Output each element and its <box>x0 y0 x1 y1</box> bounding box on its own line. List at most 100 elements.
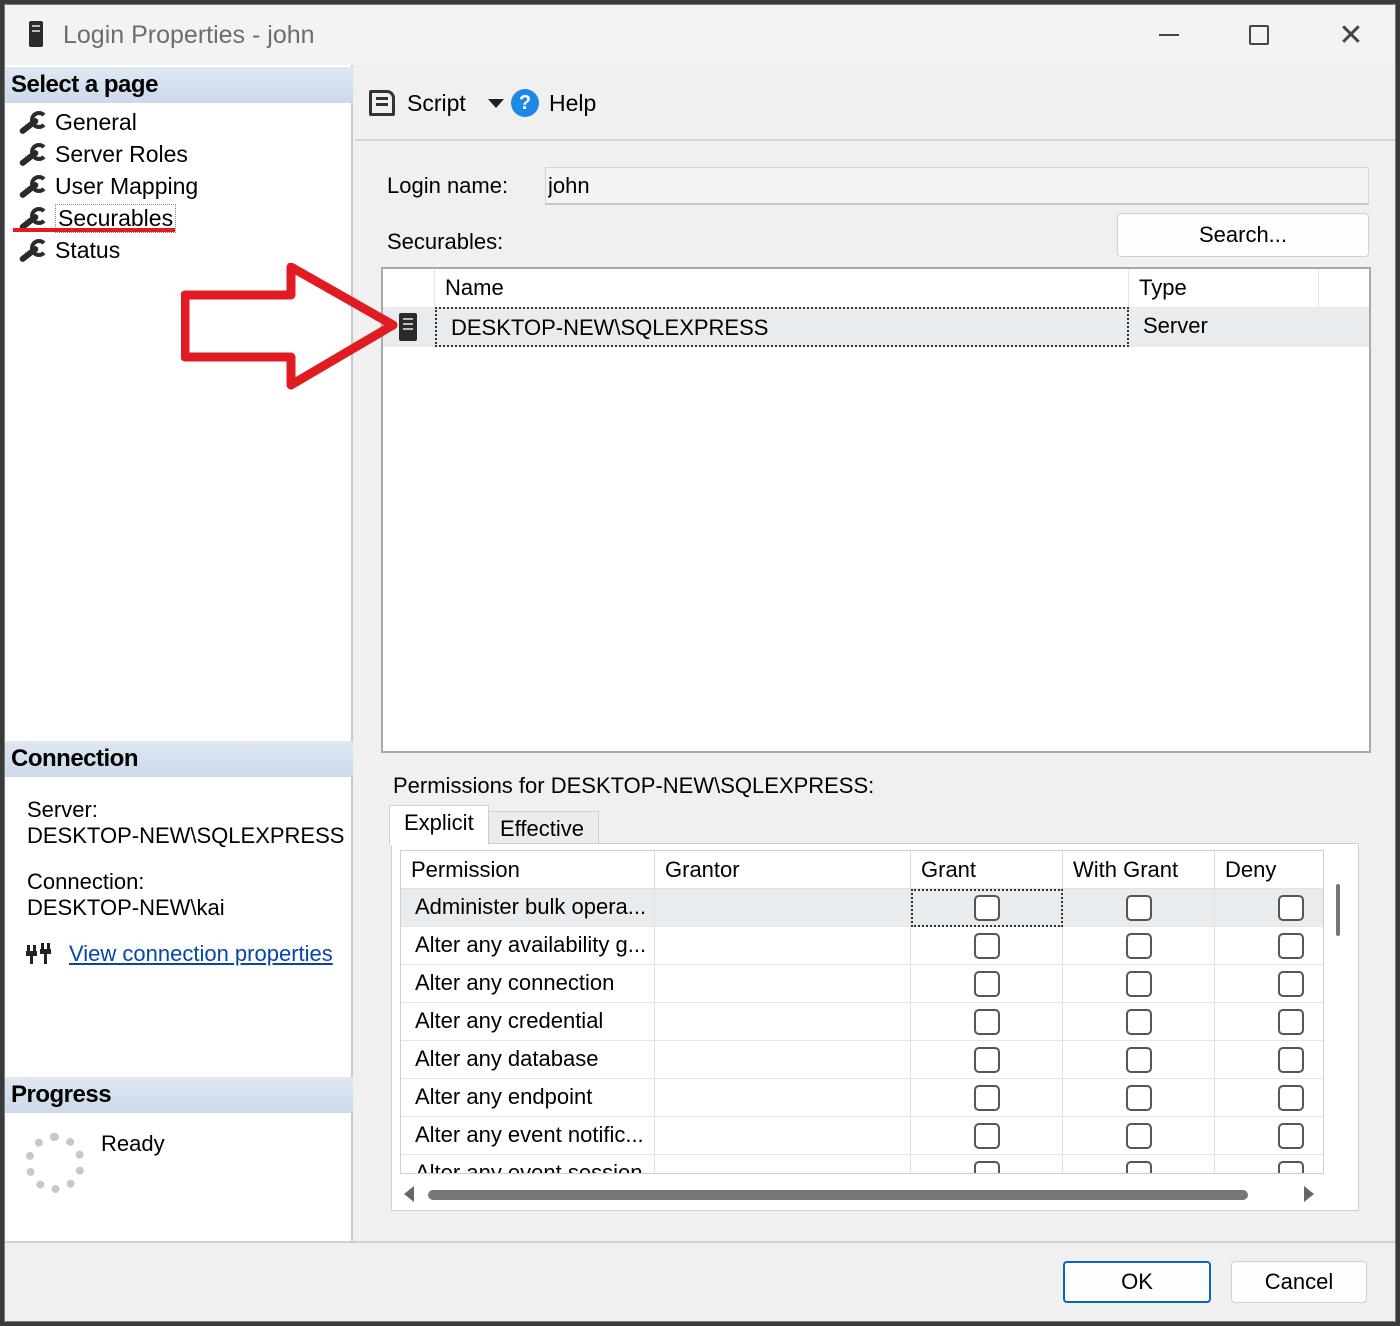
horizontal-scrollbar[interactable] <box>400 1182 1324 1206</box>
scroll-right-icon[interactable] <box>1304 1186 1314 1202</box>
deny-checkbox[interactable] <box>1277 971 1304 997</box>
table-row[interactable]: Alter any event session <box>401 1155 1323 1173</box>
table-row[interactable]: Alter any availability g... <box>401 927 1323 965</box>
vertical-scrollbar[interactable] <box>1330 882 1346 1170</box>
with-grant-cell[interactable] <box>1063 1155 1215 1173</box>
with-grant-checkbox[interactable] <box>1125 1161 1152 1173</box>
close-button[interactable]: ✕ <box>1321 15 1381 55</box>
minimize-button[interactable] <box>1139 15 1199 55</box>
nav-item-label: User Mapping <box>55 172 199 199</box>
table-row[interactable]: Alter any database <box>401 1041 1323 1079</box>
chevron-down-icon[interactable] <box>487 98 504 108</box>
with-grant-cell[interactable] <box>1063 965 1215 1003</box>
table-row[interactable]: Alter any connection <box>401 965 1323 1003</box>
scroll-left-icon[interactable] <box>404 1186 414 1202</box>
deny-cell[interactable] <box>1215 1041 1323 1079</box>
help-icon: ? <box>511 89 539 117</box>
grant-cell[interactable] <box>911 1079 1063 1117</box>
table-row[interactable]: DESKTOP-NEW\SQLEXPRESS Server <box>383 307 1369 347</box>
deny-checkbox[interactable] <box>1277 933 1304 959</box>
deny-cell[interactable] <box>1215 1079 1323 1117</box>
securable-type-cell: Server <box>1143 313 1208 338</box>
script-button[interactable]: Script <box>369 87 504 119</box>
grant-checkbox[interactable] <box>973 1009 1000 1035</box>
deny-cell[interactable] <box>1215 1003 1323 1041</box>
grant-checkbox[interactable] <box>973 1161 1000 1173</box>
title-bar: Login Properties - john ✕ <box>5 5 1395 65</box>
grant-checkbox[interactable] <box>974 895 1000 921</box>
column-header-grantor[interactable]: Grantor <box>655 851 911 889</box>
table-row[interactable]: Alter any event notific... <box>401 1117 1323 1155</box>
login-name-field[interactable] <box>545 167 1369 205</box>
deny-checkbox[interactable] <box>1277 1161 1304 1173</box>
nav-item-server-roles[interactable]: Server Roles <box>17 139 188 169</box>
grant-cell[interactable] <box>911 1003 1063 1041</box>
column-header-name[interactable]: Name <box>435 269 1129 307</box>
login-name-label: Login name: <box>387 173 509 198</box>
with-grant-checkbox[interactable] <box>1125 1047 1152 1073</box>
with-grant-cell[interactable] <box>1063 1003 1215 1041</box>
tab-effective[interactable]: Effective <box>485 811 599 847</box>
securable-name-cell[interactable]: DESKTOP-NEW\SQLEXPRESS <box>435 307 1129 347</box>
grant-checkbox[interactable] <box>973 1085 1000 1111</box>
deny-checkbox[interactable] <box>1277 895 1304 921</box>
grant-cell[interactable] <box>911 889 1063 927</box>
column-header-with-grant[interactable]: With Grant <box>1063 851 1215 889</box>
grant-cell[interactable] <box>911 1155 1063 1173</box>
column-header-deny[interactable]: Deny <box>1215 851 1323 889</box>
grant-cell[interactable] <box>911 1117 1063 1155</box>
deny-checkbox[interactable] <box>1277 1085 1304 1111</box>
tab-explicit[interactable]: Explicit <box>389 805 489 845</box>
grant-cell[interactable] <box>911 927 1063 965</box>
grant-cell[interactable] <box>911 965 1063 1003</box>
grant-checkbox[interactable] <box>973 933 1000 959</box>
grant-checkbox[interactable] <box>973 1047 1000 1073</box>
deny-checkbox[interactable] <box>1277 1123 1304 1149</box>
with-grant-cell[interactable] <box>1063 927 1215 965</box>
column-header-grant[interactable]: Grant <box>911 851 1063 889</box>
column-header-type[interactable]: Type <box>1129 269 1319 307</box>
server-icon <box>399 313 417 341</box>
window-title: Login Properties - john <box>63 21 315 49</box>
with-grant-checkbox[interactable] <box>1125 1009 1152 1035</box>
deny-cell[interactable] <box>1215 889 1323 927</box>
deny-cell[interactable] <box>1215 1155 1323 1173</box>
with-grant-checkbox[interactable] <box>1125 1085 1152 1111</box>
maximize-button[interactable] <box>1229 15 1289 55</box>
column-header-permission[interactable]: Permission <box>401 851 655 889</box>
with-grant-cell[interactable] <box>1063 889 1215 927</box>
with-grant-checkbox[interactable] <box>1125 895 1152 921</box>
deny-cell[interactable] <box>1215 1117 1323 1155</box>
toolbar: Script ? Help <box>355 65 1395 141</box>
securables-grid-header: Name Type <box>383 269 1369 307</box>
vertical-scroll-thumb[interactable] <box>1336 884 1340 936</box>
nav-item-user-mapping[interactable]: User Mapping <box>17 171 198 201</box>
table-row[interactable]: Alter any credential <box>401 1003 1323 1041</box>
deny-cell[interactable] <box>1215 965 1323 1003</box>
securables-grid: Name Type DESKTOP-NEW\SQLEXPRESS Server <box>381 267 1371 753</box>
with-grant-checkbox[interactable] <box>1125 971 1152 997</box>
help-button[interactable]: ? Help <box>511 87 596 119</box>
deny-checkbox[interactable] <box>1277 1009 1304 1035</box>
table-row[interactable]: Alter any endpoint <box>401 1079 1323 1117</box>
nav-item-general[interactable]: General <box>17 107 137 137</box>
connection-label: Connection: <box>27 869 145 894</box>
horizontal-scroll-thumb[interactable] <box>428 1190 1248 1200</box>
with-grant-cell[interactable] <box>1063 1041 1215 1079</box>
grant-cell[interactable] <box>911 1041 1063 1079</box>
search-button[interactable]: Search... <box>1117 213 1369 257</box>
with-grant-checkbox[interactable] <box>1125 933 1152 959</box>
deny-checkbox[interactable] <box>1277 1047 1304 1073</box>
view-connection-properties-link[interactable]: View connection properties <box>69 941 333 967</box>
with-grant-cell[interactable] <box>1063 1079 1215 1117</box>
with-grant-checkbox[interactable] <box>1125 1123 1152 1149</box>
cancel-button[interactable]: Cancel <box>1231 1261 1367 1303</box>
help-label: Help <box>549 89 597 116</box>
ok-button[interactable]: OK <box>1063 1261 1211 1303</box>
table-row[interactable]: Administer bulk opera... <box>401 889 1323 927</box>
grant-checkbox[interactable] <box>973 971 1000 997</box>
grant-checkbox[interactable] <box>973 1123 1000 1149</box>
deny-cell[interactable] <box>1215 927 1323 965</box>
nav-item-status[interactable]: Status <box>17 235 120 265</box>
with-grant-cell[interactable] <box>1063 1117 1215 1155</box>
